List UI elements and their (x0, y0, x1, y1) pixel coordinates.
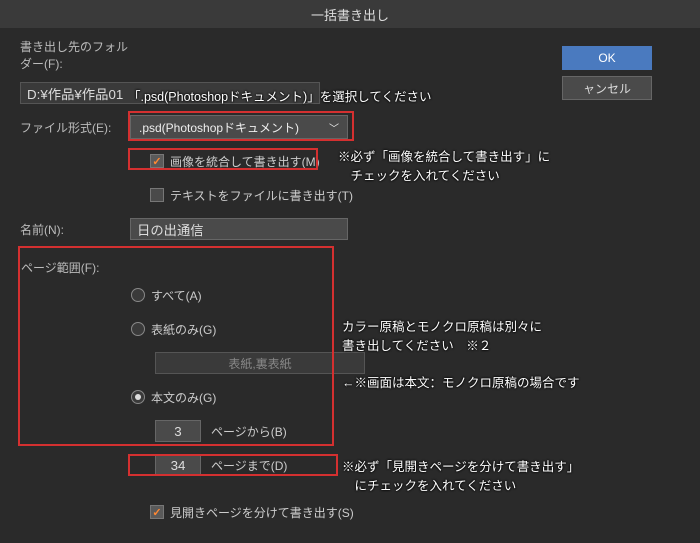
note-spread: ※必ず「見開きページを分けて書き出す」 にチェックを入れてください (342, 458, 579, 496)
cover-text-box: 表紙,裏表紙 (155, 352, 365, 374)
note-format: 「.psd(Photoshopドキュメント)」を選択してください (128, 88, 431, 107)
radio-all-label: すべて(A) (151, 287, 202, 304)
page-from-label: ページから(B) (211, 423, 287, 440)
spread-label: 見開きページを分けて書き出す(S) (170, 504, 354, 521)
window-title: 一括書き出し (311, 5, 389, 24)
ok-button[interactable]: OK (562, 46, 652, 70)
pagerange-label: ページ範囲(F): (21, 259, 679, 276)
name-input[interactable] (130, 218, 348, 240)
format-label: ファイル形式(E): (20, 119, 130, 136)
name-label: 名前(N): (20, 221, 130, 238)
page-to-input[interactable] (155, 454, 201, 476)
format-value: .psd(Photoshopドキュメント) (139, 119, 299, 136)
radio-cover-label: 表紙のみ(G) (151, 321, 216, 338)
text-export-checkbox[interactable] (150, 188, 164, 202)
radio-all[interactable] (131, 288, 145, 302)
radio-cover[interactable] (131, 322, 145, 336)
window-titlebar: 一括書き出し (0, 0, 700, 28)
folder-label: 書き出し先のフォルダー(F): (20, 38, 130, 72)
merge-checkbox[interactable] (150, 154, 164, 168)
radio-body-label: 本文のみ(G) (151, 389, 216, 406)
text-export-label: テキストをファイルに書き出す(T) (170, 187, 353, 204)
page-to-label: ページまで(D) (211, 457, 287, 474)
page-from-input[interactable] (155, 420, 201, 442)
note-merge: ※必ず「画像を統合して書き出す」に チェックを入れてください (338, 148, 550, 186)
note-body: ←※画面は本文：モノクロ原稿の場合です (342, 374, 580, 393)
radio-body[interactable] (131, 390, 145, 404)
format-select[interactable]: .psd(Photoshopドキュメント) ﹀ (130, 115, 348, 139)
cancel-button[interactable]: ャンセル (562, 76, 652, 100)
chevron-down-icon: ﹀ (329, 120, 339, 135)
spread-checkbox[interactable] (150, 505, 164, 519)
merge-label: 画像を統合して書き出す(M) (170, 153, 320, 170)
note-color: カラー原稿とモノクロ原稿は別々に 書き出してください ※２ (342, 318, 542, 356)
